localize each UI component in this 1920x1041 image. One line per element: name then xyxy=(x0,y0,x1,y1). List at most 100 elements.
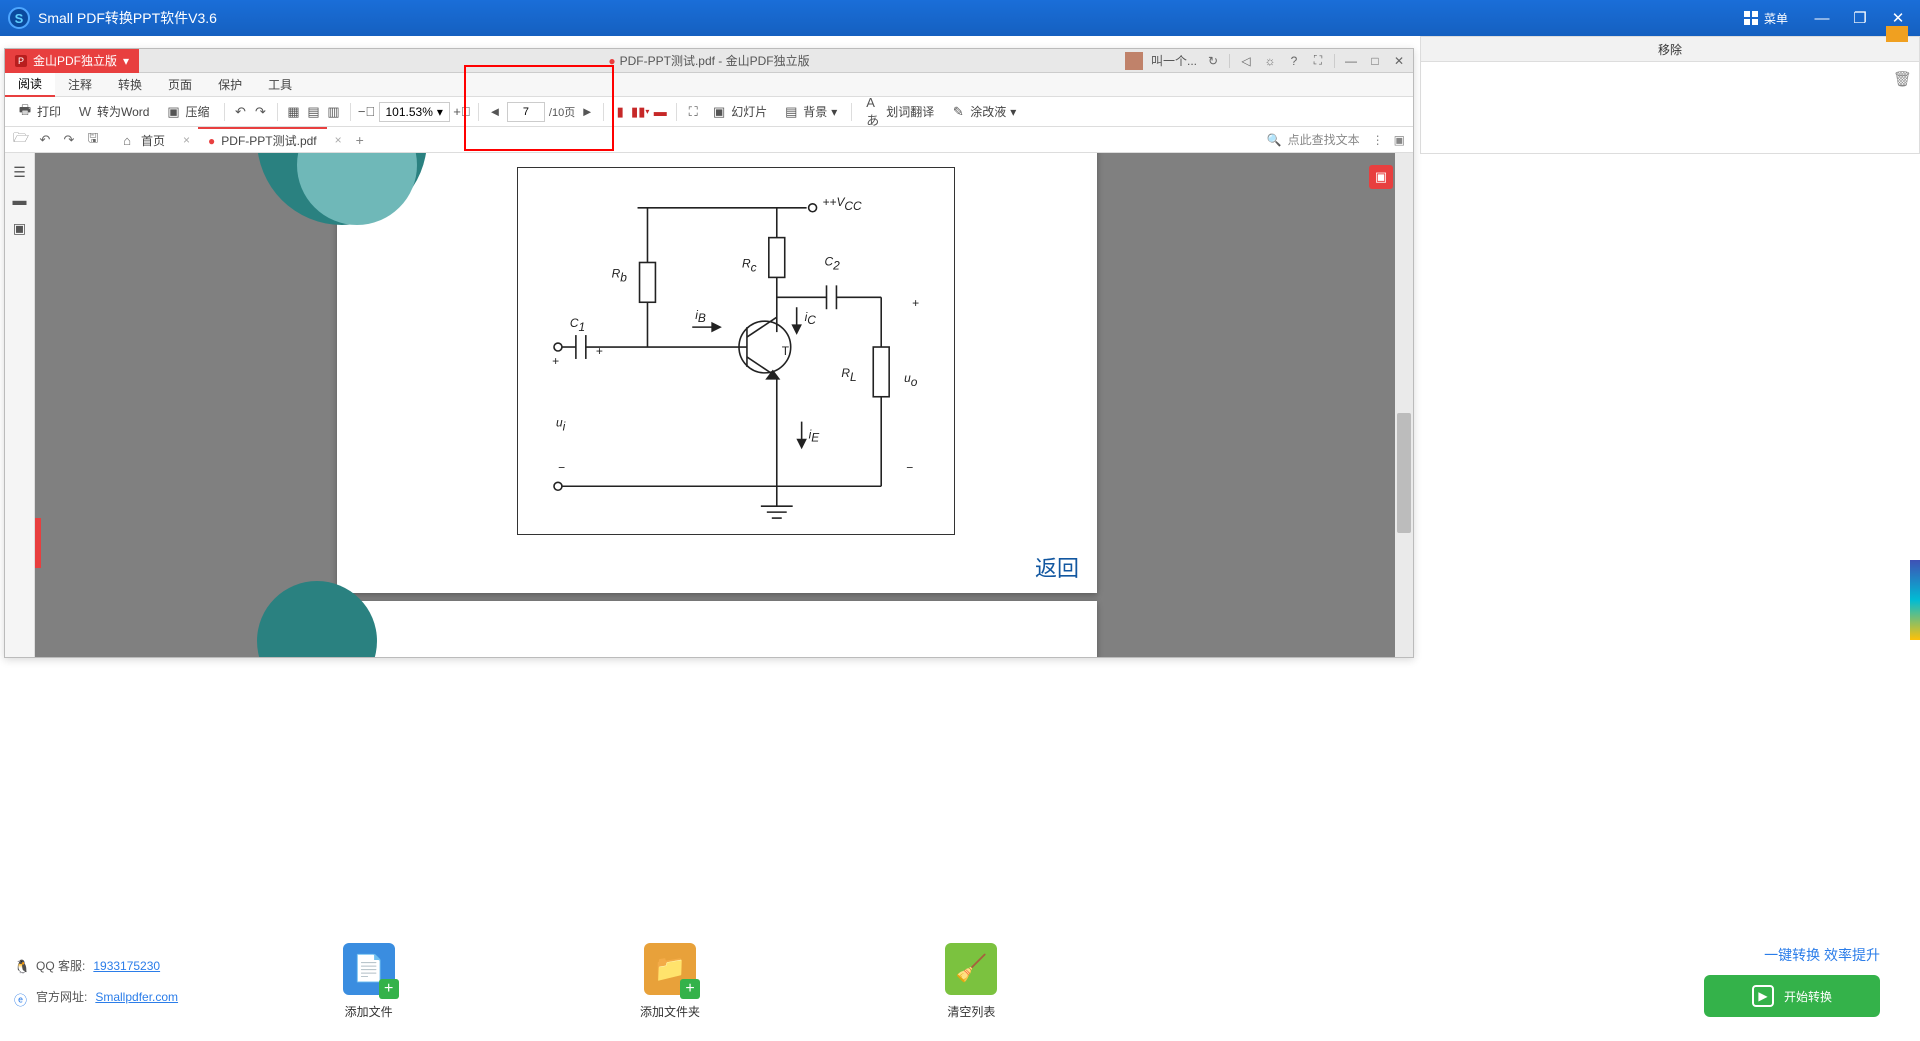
zoom-display[interactable]: 101.53% ▾ xyxy=(379,102,450,122)
bookmark-icon[interactable]: ▮ xyxy=(612,104,628,120)
outer-titlebar: S Small PDF转换PPT软件V3.6 菜单 — ❐ ✕ xyxy=(0,0,1920,36)
menu-page[interactable]: 页面 xyxy=(155,73,205,97)
redact-button[interactable]: ✎涂改液▾ xyxy=(944,100,1022,124)
highlight-tool-icon[interactable]: ▬ xyxy=(652,104,668,120)
pdf-close-button[interactable]: ✕ xyxy=(1391,53,1407,69)
compress-button[interactable]: ▣压缩 xyxy=(159,100,215,124)
background-button[interactable]: ▤背景▾ xyxy=(777,100,843,124)
chevron-down-icon: ▾ xyxy=(1010,105,1016,119)
add-folder-label: 添加文件夹 xyxy=(640,1003,700,1020)
svg-text:iC: iC xyxy=(805,310,817,327)
rotate-right-icon[interactable]: ↷ xyxy=(253,104,269,120)
pdf-maximize-button[interactable]: □ xyxy=(1367,53,1383,69)
site-link[interactable]: Smallpdfer.com xyxy=(95,990,178,1004)
menu-protect[interactable]: 保护 xyxy=(205,73,255,97)
circuit-svg: ++VCC Rb Rc C2 C1 + iB iC T RL uo + xyxy=(518,168,954,534)
qq-link[interactable]: 1933175230 xyxy=(93,959,160,973)
home-icon: ⌂ xyxy=(119,133,135,149)
menu-convert[interactable]: 转换 xyxy=(105,73,155,97)
more-icon[interactable]: ⋮ xyxy=(1372,133,1384,147)
svg-text:uo: uo xyxy=(904,371,918,389)
fit-page-icon[interactable]: ▦ xyxy=(286,104,302,120)
print-button[interactable]: 🖶打印 xyxy=(11,100,67,124)
remove-column-header: 移除 xyxy=(1420,36,1920,62)
print-label: 打印 xyxy=(37,103,61,120)
svg-text:−: − xyxy=(558,460,565,474)
back-link[interactable]: 返回 xyxy=(1035,551,1079,583)
menu-button[interactable]: 菜单 xyxy=(1734,10,1798,27)
home-tab-close-icon[interactable]: × xyxy=(183,133,190,147)
translate-label: 划词翻译 xyxy=(886,103,934,120)
clear-list-action[interactable]: 🧹 清空列表 xyxy=(945,943,997,1020)
to-word-button[interactable]: W转为Word xyxy=(71,100,155,124)
svg-text:C2: C2 xyxy=(825,254,841,272)
pdf-scrollbar[interactable] xyxy=(1395,153,1413,657)
help-icon[interactable]: ? xyxy=(1286,53,1302,69)
pdf-app-label: 金山PDF独立版 xyxy=(33,52,117,69)
slideshow-button[interactable]: ▣幻灯片 xyxy=(705,100,773,124)
maximize-button[interactable]: ❐ xyxy=(1846,7,1874,29)
contact-info: 🐧 QQ 客服: 1933175230 ⓔ 官方网址: Smallpdfer.c… xyxy=(0,957,220,1005)
search-icon[interactable]: 🔍 xyxy=(1267,133,1282,147)
save-icon[interactable]: 🖫 xyxy=(85,132,101,148)
sync-icon[interactable]: ↻ xyxy=(1205,53,1221,69)
start-convert-button[interactable]: ▶ 开始转换 xyxy=(1704,975,1880,1017)
two-page-icon[interactable]: ▥ xyxy=(326,104,342,120)
page-number-input[interactable] xyxy=(507,102,545,122)
open-folder-icon[interactable]: 🗁 xyxy=(13,132,29,148)
pdf-next-page xyxy=(337,601,1097,657)
zoom-out-icon[interactable]: −⃝ xyxy=(359,104,375,120)
pdf-tabstrip: 🗁 ↶ ↷ 🖫 ⌂首页 × ●PDF-PPT测试.pdf × + 🔍 点此查找文… xyxy=(5,127,1413,153)
next-page-icon[interactable]: ► xyxy=(579,104,595,120)
search-placeholder[interactable]: 点此查找文本 xyxy=(1288,131,1360,148)
add-folder-icon: 📁+ xyxy=(644,943,696,995)
collapse-icon[interactable]: ▣ xyxy=(1394,133,1405,147)
pdf-doc-icon: ● xyxy=(208,134,215,148)
translate-button[interactable]: Aあ划词翻译 xyxy=(860,100,940,124)
username-label[interactable]: 叫一个... xyxy=(1151,52,1197,69)
pdf-toolbar: 🖶打印 W转为Word ▣压缩 ↶ ↷ ▦ ▤ ▥ −⃝ 101.53% ▾ +… xyxy=(5,97,1413,127)
pdf-float-button[interactable]: ▣ xyxy=(1369,165,1393,189)
pdf-app-tab[interactable]: P 金山PDF独立版 ▾ xyxy=(5,49,139,73)
fullscreen-tool-icon[interactable]: ⛶ xyxy=(685,104,701,120)
thumbnails-icon[interactable]: ▬ xyxy=(11,191,29,209)
fit-width-icon[interactable]: ▤ xyxy=(306,104,322,120)
menu-read[interactable]: 阅读 xyxy=(5,73,55,97)
doc-tab-close-icon[interactable]: × xyxy=(335,133,342,147)
minimize-button[interactable]: — xyxy=(1808,7,1836,29)
pdf-app-icon: P xyxy=(15,55,27,67)
add-folder-action[interactable]: 📁+ 添加文件夹 xyxy=(640,943,700,1020)
svg-text:+: + xyxy=(596,344,603,358)
add-file-icon: 📄+ xyxy=(343,943,395,995)
fullscreen-icon[interactable]: ⛶ xyxy=(1310,53,1326,69)
pdf-doc-title-text: PDF-PPT测试.pdf - 金山PDF独立版 xyxy=(620,52,810,69)
outline-icon[interactable]: ☰ xyxy=(11,163,29,181)
prev-page-icon[interactable]: ◄ xyxy=(487,104,503,120)
trash-icon[interactable]: 🗑 xyxy=(1893,70,1911,88)
new-tab-button[interactable]: + xyxy=(350,130,370,150)
undo-icon[interactable]: ↶ xyxy=(37,132,53,148)
to-word-label: 转为Word xyxy=(97,103,149,120)
back-nav-icon[interactable]: ◁ xyxy=(1238,53,1254,69)
slideshow-label: 幻灯片 xyxy=(731,103,767,120)
rotate-left-icon[interactable]: ↶ xyxy=(233,104,249,120)
app-title: Small PDF转换PPT软件V3.6 xyxy=(38,8,1734,28)
word-icon: W xyxy=(77,104,93,120)
document-tab[interactable]: ●PDF-PPT测试.pdf xyxy=(198,127,327,153)
zoom-in-icon[interactable]: +⃝ xyxy=(454,104,470,120)
redo-icon[interactable]: ↷ xyxy=(61,132,77,148)
menu-tools[interactable]: 工具 xyxy=(255,73,305,97)
scrollbar-thumb[interactable] xyxy=(1397,413,1411,533)
left-red-strip xyxy=(35,518,41,568)
pdf-canvas[interactable]: ++VCC Rb Rc C2 C1 + iB iC T RL uo + xyxy=(35,153,1413,657)
home-tab[interactable]: ⌂首页 xyxy=(109,127,175,153)
pdf-minimize-button[interactable]: — xyxy=(1343,53,1359,69)
redact-label: 涂改液 xyxy=(970,103,1006,120)
clear-label: 清空列表 xyxy=(947,1003,995,1020)
add-file-action[interactable]: 📄+ 添加文件 xyxy=(343,943,395,1020)
menu-annotate[interactable]: 注释 xyxy=(55,73,105,97)
settings-icon[interactable]: ☼ xyxy=(1262,53,1278,69)
avatar-icon[interactable] xyxy=(1125,52,1143,70)
attachments-icon[interactable]: ▣ xyxy=(11,219,29,237)
columns-icon[interactable]: ▮▮▾ xyxy=(632,104,648,120)
